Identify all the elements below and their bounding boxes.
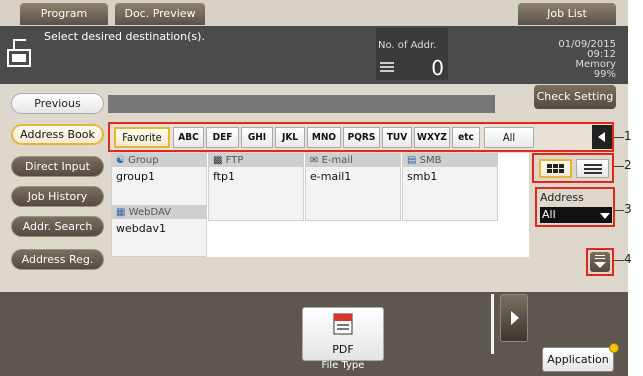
- email-icon: ✉: [310, 155, 319, 166]
- datetime-memory: 01/09/2015 09:12 Memory 99%: [540, 40, 616, 80]
- index-tab-pqrs[interactable]: PQRS: [343, 127, 380, 148]
- callout-line-1: [614, 137, 624, 138]
- tab-program[interactable]: Program: [20, 3, 108, 25]
- dest-type-webdav: ▦ WebDAV: [112, 206, 206, 219]
- index-tab-ghi[interactable]: GHI: [241, 127, 273, 148]
- next-page-button[interactable]: [500, 294, 528, 342]
- callout-line-3: [615, 210, 624, 211]
- addr-count-value: 0: [431, 56, 444, 80]
- destination-ftp1[interactable]: ▩ FTP ftp1: [208, 153, 304, 221]
- bottom-bar: PDF File Type Application: [0, 292, 628, 376]
- index-tab-favorite[interactable]: Favorite: [114, 127, 170, 148]
- address-filter-select[interactable]: All: [540, 207, 612, 223]
- index-tab-abc[interactable]: ABC: [173, 127, 204, 148]
- dest-name: ftp1: [213, 170, 235, 183]
- index-tab-etc[interactable]: etc: [452, 127, 480, 148]
- list-view-icon: [584, 164, 602, 174]
- index-tab-all[interactable]: All: [484, 127, 534, 148]
- callout-1: 1: [624, 129, 632, 143]
- address-filter-label: Address: [540, 191, 584, 204]
- file-type-label: File Type: [321, 360, 365, 371]
- destination-email1[interactable]: ✉ E-mail e-mail1: [305, 153, 401, 221]
- sidebar-item-addr-search[interactable]: Addr. Search: [11, 216, 104, 237]
- chevron-down-icon: [600, 213, 610, 219]
- scanner-icon: [7, 39, 31, 67]
- index-tab-bar: Favorite ABC DEF GHI JKL MNO PQRS TUV WX…: [108, 122, 614, 152]
- scroll-down-highlight: [586, 248, 614, 276]
- dest-name: webdav1: [116, 222, 166, 235]
- callout-2: 2: [624, 158, 632, 172]
- application-button[interactable]: Application: [542, 347, 614, 372]
- index-tab-tuv[interactable]: TUV: [382, 127, 412, 148]
- callout-4: 4: [624, 252, 632, 266]
- dest-type-ftp: ▩ FTP: [209, 154, 303, 167]
- dest-type-email: ✉ E-mail: [306, 154, 400, 167]
- smb-icon: ▤: [407, 155, 417, 166]
- check-setting-button[interactable]: Check Setting: [534, 85, 616, 109]
- sidebar-item-address-reg[interactable]: Address Reg.: [11, 249, 104, 270]
- index-tab-mno[interactable]: MNO: [307, 127, 341, 148]
- addr-count-label: No. of Addr.: [378, 40, 437, 51]
- status-message: Select desired destination(s).: [44, 30, 205, 43]
- status-bar: Select desired destination(s). No. of Ad…: [0, 26, 628, 84]
- index-tab-jkl[interactable]: JKL: [275, 127, 305, 148]
- callout-3: 3: [624, 202, 632, 216]
- list-view-button[interactable]: [576, 159, 609, 178]
- address-counter: No. of Addr. 0: [376, 28, 448, 80]
- destination-smb1[interactable]: ▤ SMB smb1: [402, 153, 498, 221]
- dest-name: smb1: [407, 170, 438, 183]
- file-type-button[interactable]: PDF: [302, 307, 384, 361]
- list-icon: [380, 62, 394, 72]
- chevron-right-icon: [511, 311, 519, 325]
- ftp-icon: ▩: [213, 155, 223, 166]
- dest-name: group1: [116, 170, 155, 183]
- callout-line-4: [614, 260, 624, 261]
- dest-name: e-mail1: [310, 170, 352, 183]
- memory-value: 99%: [593, 69, 616, 80]
- dest-type-group: ☯ Group: [112, 154, 206, 167]
- scroll-down-button[interactable]: [590, 252, 610, 272]
- destination-display-field: [108, 95, 495, 113]
- scroll-divider: [491, 294, 494, 354]
- group-icon: ☯: [116, 155, 125, 166]
- tab-job-list[interactable]: Job List: [518, 3, 616, 25]
- callout-line-2: [614, 166, 624, 167]
- notification-dot-icon: [609, 343, 619, 353]
- sidebar-item-direct-input[interactable]: Direct Input: [11, 156, 104, 177]
- tab-doc-preview[interactable]: Doc. Preview: [115, 3, 205, 25]
- scroll-down-icon: [594, 255, 606, 268]
- dest-type-smb: ▤ SMB: [403, 154, 497, 167]
- sidebar-item-job-history[interactable]: Job History: [11, 186, 104, 207]
- index-tab-def[interactable]: DEF: [206, 127, 239, 148]
- chevron-left-icon: [598, 132, 605, 142]
- sidebar-item-address-book[interactable]: Address Book: [11, 124, 104, 145]
- address-filter: Address All: [535, 187, 615, 227]
- webdav-icon: ▦: [116, 207, 126, 218]
- view-toggle-group: [532, 153, 614, 183]
- previous-button[interactable]: Previous: [11, 93, 104, 114]
- pdf-file-icon: [333, 313, 353, 335]
- destination-webdav1[interactable]: ▦ WebDAV webdav1: [111, 205, 207, 257]
- index-scroll-button[interactable]: [592, 125, 612, 149]
- grid-view-button[interactable]: [539, 159, 572, 178]
- index-tab-wxyz[interactable]: WXYZ: [414, 127, 450, 148]
- grid-view-icon: [547, 164, 564, 173]
- file-type-value: PDF: [332, 343, 354, 356]
- address-filter-value: All: [542, 208, 556, 221]
